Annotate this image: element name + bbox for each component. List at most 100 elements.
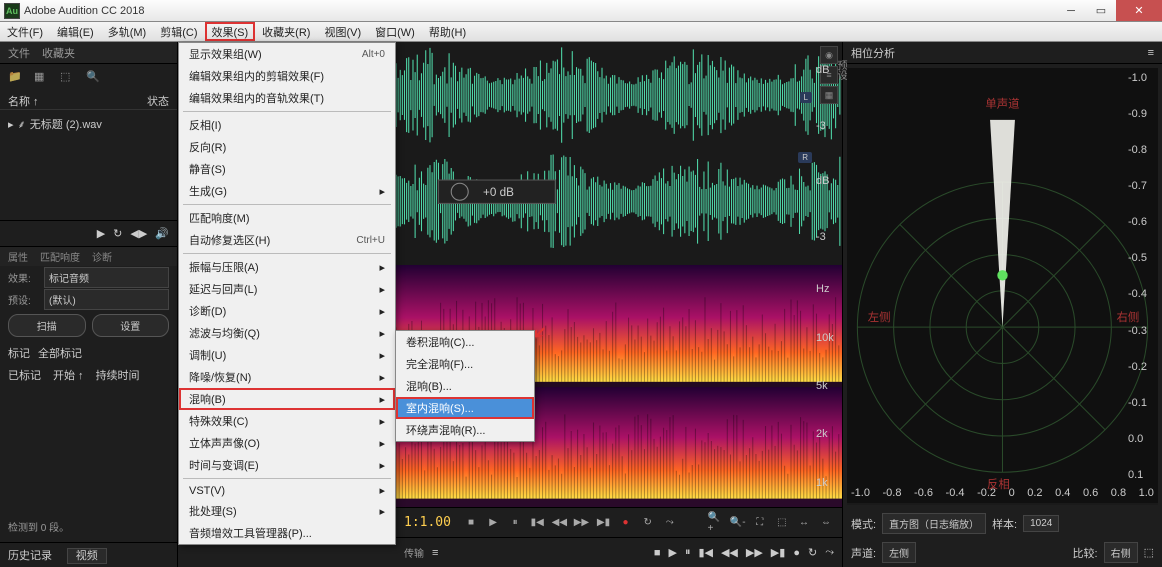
- g-rewind-button[interactable]: ◀◀: [721, 546, 738, 559]
- tree-item[interactable]: ▸ ⸙ 无标题 (2).wav: [8, 114, 169, 134]
- col-start[interactable]: 开始 ↑: [53, 367, 84, 383]
- tab-markers[interactable]: 标记: [8, 345, 30, 361]
- tab-phase-analysis[interactable]: 相位分析: [851, 45, 895, 61]
- open-icon[interactable]: 📁: [8, 70, 24, 86]
- menu-item[interactable]: 反相(I): [179, 114, 395, 136]
- next-button[interactable]: ▶▮: [595, 514, 611, 532]
- menu-5[interactable]: 收藏夹(R): [255, 22, 317, 41]
- menu-2[interactable]: 多轨(M): [101, 22, 154, 41]
- loop-icon[interactable]: ↻: [113, 227, 122, 240]
- submenu-item[interactable]: 室内混响(S)...: [396, 397, 534, 419]
- menu-item[interactable]: 自动修复选区(H)Ctrl+U: [179, 229, 395, 251]
- menu-item[interactable]: 显示效果组(W)Alt+0: [179, 43, 395, 65]
- search-icon[interactable]: 🔍: [86, 70, 102, 86]
- preset-sidebar-label[interactable]: 预设: [820, 60, 848, 80]
- tab-diagnostics[interactable]: 诊断: [92, 249, 112, 264]
- samples-select[interactable]: 1024: [1023, 515, 1059, 532]
- g-pause-button[interactable]: ⏸: [685, 546, 691, 559]
- submenu-item[interactable]: 环绕声混响(R)...: [396, 419, 534, 441]
- g-stop-button[interactable]: ■: [654, 547, 661, 559]
- menu-4[interactable]: 效果(S): [205, 22, 256, 41]
- transport-menu-icon[interactable]: ≡: [432, 547, 438, 559]
- zoom-in-icon[interactable]: 🔍+: [708, 514, 724, 532]
- menu-item[interactable]: 音频增效工具管理器(P)...: [179, 522, 395, 544]
- g-play-button[interactable]: ▶: [668, 546, 676, 559]
- tab-loudness[interactable]: 匹配响度: [40, 249, 80, 264]
- menu-1[interactable]: 编辑(E): [50, 22, 101, 41]
- tab-files[interactable]: 文件: [8, 45, 30, 61]
- rewind-button[interactable]: ◀◀: [551, 514, 567, 532]
- menu-item[interactable]: 编辑效果组内的音轨效果(T): [179, 87, 395, 109]
- mode-select[interactable]: 直方图（日志缩放）: [882, 513, 986, 534]
- prev-button[interactable]: ▮◀: [529, 514, 545, 532]
- menu-item[interactable]: 批处理(S)▸: [179, 500, 395, 522]
- menu-7[interactable]: 窗口(W): [368, 22, 422, 41]
- play-button[interactable]: ▶: [485, 514, 501, 532]
- pause-button[interactable]: ⏸: [507, 514, 523, 532]
- waveform-display[interactable]: +0 dB ◉ ≡ ▦ dB-3dB-3 L R: [396, 42, 842, 265]
- submenu-item[interactable]: 完全混响(F)...: [396, 353, 534, 375]
- import-icon[interactable]: ⬚: [60, 70, 76, 86]
- zoom-in-time-icon[interactable]: ↔: [796, 514, 812, 532]
- menu-item[interactable]: 静音(S): [179, 158, 395, 180]
- menu-3[interactable]: 剪辑(C): [153, 22, 204, 41]
- menu-item[interactable]: 反向(R): [179, 136, 395, 158]
- menu-8[interactable]: 帮助(H): [422, 22, 473, 41]
- g-prev-button[interactable]: ▮◀: [698, 546, 713, 559]
- menu-item[interactable]: 降噪/恢复(N)▸: [179, 366, 395, 388]
- phase-display[interactable]: 单声道 左侧 右侧 反相 -1.0-0.9-0.8-0.7-0.6-0.5-0.…: [847, 68, 1158, 505]
- stop-button[interactable]: ■: [463, 514, 479, 532]
- menu-item[interactable]: 时间与变调(E)▸: [179, 454, 395, 476]
- zoom-out-icon[interactable]: 🔍-: [730, 514, 746, 532]
- minimize-button[interactable]: ─: [1056, 0, 1086, 21]
- menu-item[interactable]: 特殊效果(C)▸: [179, 410, 395, 432]
- menu-item[interactable]: VST(V)▸: [179, 481, 395, 500]
- skip-button[interactable]: ⤳: [662, 514, 678, 532]
- col-name[interactable]: 名称 ↑: [8, 93, 147, 109]
- zoom-sel-icon[interactable]: ⬚: [774, 514, 790, 532]
- tab-all-markers[interactable]: 全部标记: [38, 345, 82, 361]
- menu-0[interactable]: 文件(F): [0, 22, 50, 41]
- menu-item[interactable]: 振幅与压限(A)▸: [179, 256, 395, 278]
- g-forward-button[interactable]: ▶▶: [746, 546, 763, 559]
- menu-6[interactable]: 视图(V): [317, 22, 368, 41]
- g-loop-button[interactable]: ↻: [808, 546, 817, 559]
- play-icon[interactable]: ▶: [97, 227, 105, 240]
- g-record-button[interactable]: ●: [793, 547, 800, 559]
- maximize-button[interactable]: ▭: [1086, 0, 1116, 21]
- new-icon[interactable]: ▦: [34, 70, 50, 86]
- view-icon[interactable]: ▦: [820, 86, 838, 104]
- history-select[interactable]: 视频: [67, 548, 107, 564]
- zoom-fit-icon[interactable]: ⛶: [752, 514, 768, 532]
- menu-item[interactable]: 匹配响度(M): [179, 207, 395, 229]
- col-duration[interactable]: 持续时间: [96, 367, 140, 383]
- channel-select[interactable]: 左侧: [882, 542, 916, 563]
- effect-select[interactable]: 标记音频: [44, 267, 169, 288]
- menu-item[interactable]: 滤波与均衡(Q)▸: [179, 322, 395, 344]
- submenu-item[interactable]: 混响(B)...: [396, 375, 534, 397]
- autoplay-icon[interactable]: ◀▶: [130, 227, 147, 240]
- menu-item[interactable]: 生成(G)▸: [179, 180, 395, 202]
- forward-button[interactable]: ▶▶: [573, 514, 589, 532]
- loop-button[interactable]: ↻: [640, 514, 656, 532]
- menu-item[interactable]: 诊断(D)▸: [179, 300, 395, 322]
- menu-item[interactable]: 立体声声像(O)▸: [179, 432, 395, 454]
- close-button[interactable]: ✕: [1116, 0, 1162, 21]
- settings-icon[interactable]: ⬚: [1144, 546, 1154, 559]
- zoom-out-time-icon[interactable]: ⇔: [818, 514, 834, 532]
- col-marked[interactable]: 已标记: [8, 367, 41, 383]
- menu-item[interactable]: 调制(U)▸: [179, 344, 395, 366]
- submenu-item[interactable]: 卷积混响(C)...: [396, 331, 534, 353]
- menu-item[interactable]: 延迟与回声(L)▸: [179, 278, 395, 300]
- panel-menu-icon[interactable]: ≡: [1148, 47, 1154, 59]
- preset-select[interactable]: (默认): [44, 289, 169, 310]
- g-skip-button[interactable]: ⤳: [825, 546, 834, 559]
- menu-item[interactable]: 混响(B)▸: [179, 388, 395, 410]
- record-button[interactable]: ●: [618, 514, 634, 532]
- scan-button[interactable]: 扫描: [8, 314, 86, 337]
- tab-properties[interactable]: 属性: [8, 249, 28, 264]
- tab-favorites[interactable]: 收藏夹: [42, 45, 75, 61]
- g-next-button[interactable]: ▶▮: [771, 546, 786, 559]
- col-status[interactable]: 状态: [147, 93, 169, 109]
- compare-select[interactable]: 右侧: [1104, 542, 1138, 563]
